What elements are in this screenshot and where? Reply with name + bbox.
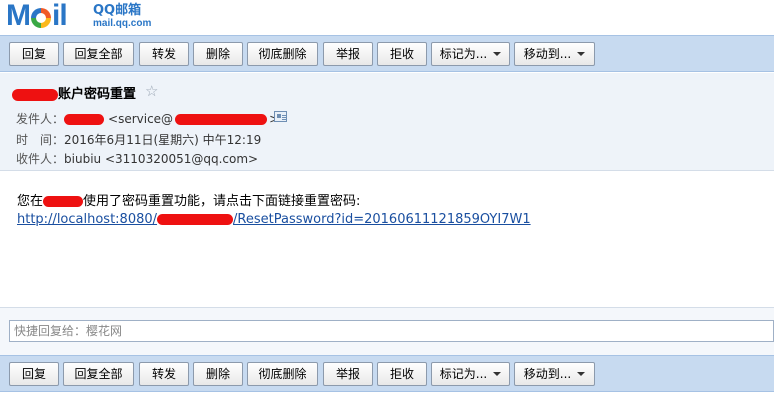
- reply-all-button[interactable]: 回复全部: [63, 42, 134, 66]
- reply-all-button[interactable]: 回复全部: [63, 362, 134, 386]
- delete-permanently-button[interactable]: 彻底删除: [247, 362, 318, 386]
- move-to-dropdown[interactable]: 移动到...: [514, 362, 595, 386]
- from-address[interactable]: <service@: [108, 112, 173, 126]
- mail-header: 账户密码重置 ☆ 发件人：<service@> 时 间：2016年6月11日(星…: [0, 73, 774, 171]
- reply-button[interactable]: 回复: [9, 362, 59, 386]
- to-label: 收件人：: [16, 152, 65, 166]
- time-label: 时 间：: [16, 133, 65, 147]
- body-pre: 您在: [17, 194, 44, 209]
- link-post: /ResetPassword?id=20160611121859OYI7W1: [233, 212, 531, 227]
- mail-subject: 账户密码重置: [12, 83, 136, 102]
- logo-cn: QQ邮箱: [93, 3, 142, 18]
- mark-as-dropdown[interactable]: 标记为...: [431, 42, 510, 66]
- star-icon[interactable]: ☆: [145, 83, 158, 99]
- logo-ring-icon: [31, 8, 51, 28]
- redaction-mark: [12, 88, 58, 101]
- forward-button[interactable]: 转发: [139, 362, 189, 386]
- chevron-down-icon: [493, 51, 502, 56]
- reject-button[interactable]: 拒收: [377, 362, 427, 386]
- report-button[interactable]: 举报: [323, 362, 373, 386]
- move-to-label: 移动到...: [523, 367, 572, 381]
- quick-reply-area: 快捷回复给：樱花网: [0, 308, 774, 355]
- chevron-down-icon: [577, 51, 586, 56]
- mark-as-dropdown[interactable]: 标记为...: [431, 362, 510, 386]
- reply-button[interactable]: 回复: [9, 42, 59, 66]
- logo-area: Mil QQ邮箱 mail.qq.com: [0, 0, 774, 34]
- contact-card-icon[interactable]: [274, 111, 287, 122]
- logo-en: mail.qq.com: [93, 18, 152, 29]
- redaction-mark: [157, 214, 234, 225]
- move-to-dropdown[interactable]: 移动到...: [514, 42, 595, 66]
- redaction-mark: [175, 114, 268, 125]
- toolbar-top: 回复 回复全部 转发 删除 彻底删除 举报 拒收 标记为... 移动到...: [0, 35, 774, 72]
- reject-button[interactable]: 拒收: [377, 42, 427, 66]
- quick-reply-input[interactable]: 快捷回复给：樱花网: [9, 320, 774, 342]
- to-address: <3110320051@qq.com>: [104, 152, 259, 166]
- reset-password-link[interactable]: http://localhost:8080/ /ResetPassword?id=…: [17, 212, 531, 227]
- redaction-mark: [43, 196, 84, 207]
- body-post: 使用了密码重置功能，请点击下面链接重置密码:: [83, 194, 361, 209]
- from-label: 发件人：: [16, 112, 65, 126]
- to-name[interactable]: biubiu: [64, 152, 101, 166]
- chevron-down-icon: [577, 371, 586, 376]
- logo-text: QQ邮箱 mail.qq.com: [93, 3, 151, 30]
- mail-logo[interactable]: Mil: [6, 1, 68, 31]
- mail-body-text: 您在 使用了密码重置功能，请点击下面链接重置密码:: [17, 190, 360, 209]
- link-pre: http://localhost:8080/: [17, 212, 158, 227]
- chevron-down-icon: [493, 371, 502, 376]
- mark-as-label: 标记为...: [439, 47, 488, 61]
- from-row: 发件人：<service@>: [16, 110, 279, 127]
- toolbar-bottom: 回复 回复全部 转发 删除 彻底删除 举报 拒收 标记为... 移动到...: [0, 355, 774, 392]
- time-row: 时 间：2016年6月11日(星期六) 中午12:19: [16, 131, 261, 148]
- redaction-mark: [64, 114, 105, 125]
- subject-text: 账户密码重置: [58, 87, 137, 102]
- delete-permanently-button[interactable]: 彻底删除: [247, 42, 318, 66]
- delete-button[interactable]: 删除: [193, 42, 243, 66]
- forward-button[interactable]: 转发: [139, 42, 189, 66]
- delete-button[interactable]: 删除: [193, 362, 243, 386]
- time-value: 2016年6月11日(星期六) 中午12:19: [64, 133, 262, 147]
- to-row: 收件人：biubiu <3110320051@qq.com>: [16, 150, 258, 167]
- move-to-label: 移动到...: [523, 47, 572, 61]
- mark-as-label: 标记为...: [439, 367, 488, 381]
- report-button[interactable]: 举报: [323, 42, 373, 66]
